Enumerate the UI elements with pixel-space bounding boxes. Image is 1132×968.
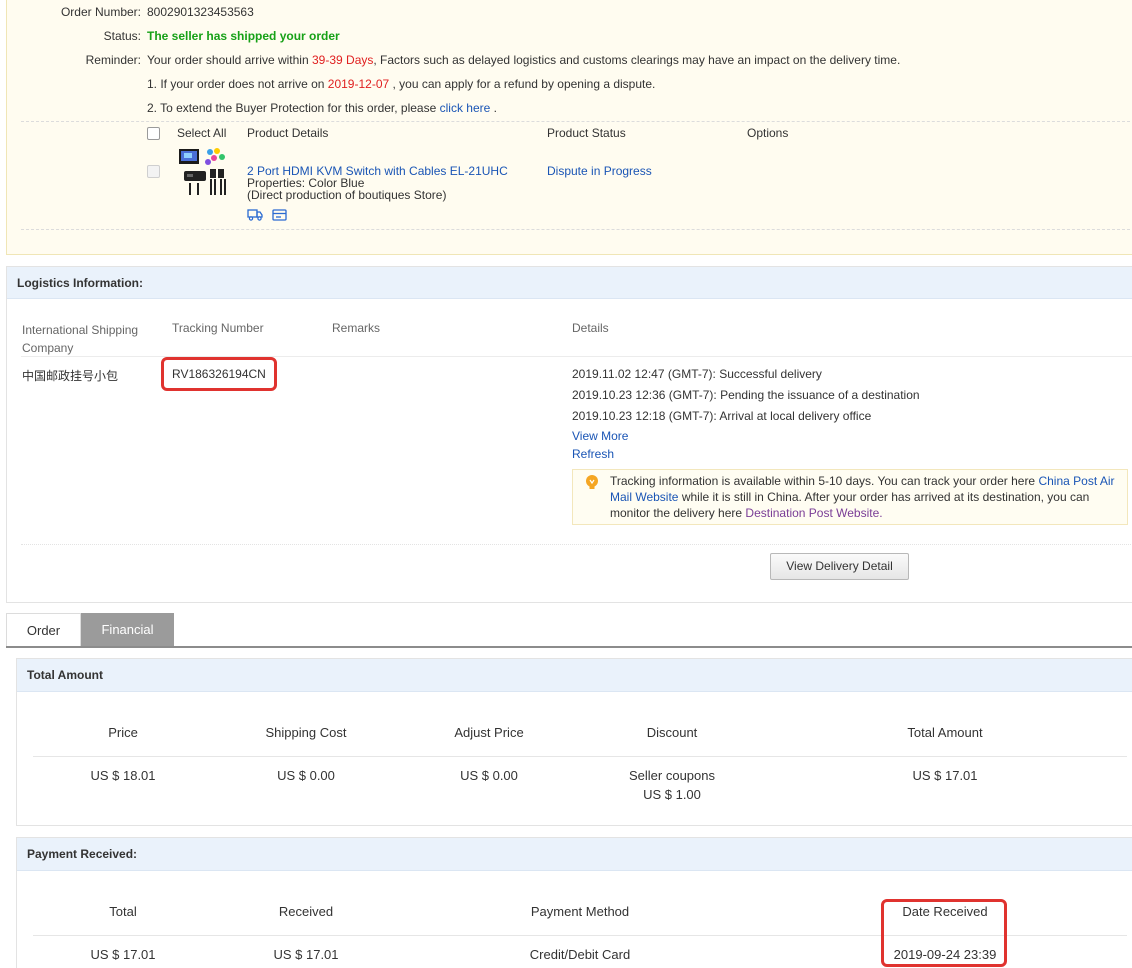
shipping-cost-header: Shipping Cost xyxy=(265,725,347,740)
reminder-text-end: , Factors such as delayed logistics and … xyxy=(373,53,901,67)
options-header: Options xyxy=(747,126,789,140)
card-icon[interactable] xyxy=(272,209,287,224)
payment-received-title: Payment Received: xyxy=(17,838,1132,871)
divider xyxy=(33,756,1127,757)
refund-note-start: 1. If your order does not arrive on xyxy=(147,77,325,91)
lightbulb-icon xyxy=(585,474,599,495)
order-summary-panel: Order Number: 8002901323453563 Status: T… xyxy=(6,0,1132,255)
tracking-tip-text: Tracking information is available within… xyxy=(610,473,1125,521)
reminder-label: Reminder: xyxy=(85,53,141,67)
product-details-header: Product Details xyxy=(247,126,329,140)
order-number-label: Order Number: xyxy=(60,5,141,19)
total-amount-panel: Total Amount Price Shipping Cost Adjust … xyxy=(16,658,1132,826)
product-thumbnail[interactable] xyxy=(176,147,228,197)
shipping-company-header-line2: Company xyxy=(22,341,74,355)
refund-note-row: 1. If your order does not arrive on 2019… xyxy=(7,75,1107,93)
tracking-tip-box: Tracking information is available within… xyxy=(572,469,1128,525)
product-status-link[interactable]: Dispute in Progress xyxy=(547,164,652,178)
total-amount-value: US $ 17.01 xyxy=(912,768,978,783)
status-row: Status: The seller has shipped your orde… xyxy=(7,27,1107,45)
select-all-checkbox[interactable] xyxy=(147,127,160,140)
payment-method-header: Payment Method xyxy=(530,904,630,919)
product-store: (Direct production of boutiques Store) xyxy=(247,188,447,202)
tip-text-3: monitor the delivery here xyxy=(610,506,743,520)
adjust-price-header: Adjust Price xyxy=(454,725,524,740)
truck-icon[interactable] xyxy=(247,208,264,224)
price-value: US $ 18.01 xyxy=(90,768,156,783)
discount-amount-value: US $ 1.00 xyxy=(643,787,701,802)
price-header: Price xyxy=(108,725,138,740)
tab-order[interactable]: Order xyxy=(6,613,81,647)
payment-received-header: Received xyxy=(278,904,334,919)
total-amount-header: Total Amount xyxy=(907,725,983,740)
divider xyxy=(21,544,1132,545)
tracking-number-value: RV186326194CN xyxy=(172,367,266,381)
total-amount-title: Total Amount xyxy=(17,659,1132,692)
refresh-link[interactable]: Refresh xyxy=(572,447,614,461)
china-post-link-cont[interactable]: Mail Website xyxy=(610,490,678,504)
shipping-company-header-line1: International Shipping xyxy=(22,323,139,337)
order-number-row: Order Number: 8002901323453563 xyxy=(7,3,1107,21)
payment-method-value: Credit/Debit Card xyxy=(529,947,631,962)
discount-header: Discount xyxy=(646,725,698,740)
reminder-days: 39-39 Days xyxy=(312,53,374,67)
tab-financial[interactable]: Financial xyxy=(81,613,174,647)
select-all-label: Select All xyxy=(177,126,227,140)
tip-text-1: Tracking information is available within… xyxy=(610,474,1036,488)
discount-label-value: Seller coupons xyxy=(629,768,715,783)
shipping-company-value: 中国邮政挂号小包 xyxy=(22,369,119,383)
refund-note: 1. If your order does not arrive on 2019… xyxy=(147,75,655,93)
divider xyxy=(21,121,1132,122)
tracking-number-header: Tracking Number xyxy=(172,321,264,335)
tracking-event: 2019.10.23 12:36 (GMT-7): Pending the is… xyxy=(572,388,920,402)
protection-note-start: 2. To extend the Buyer Protection for th… xyxy=(147,101,437,115)
order-number-value: 8002901323453563 xyxy=(147,5,254,19)
payment-received-value: US $ 17.01 xyxy=(273,947,339,962)
tip-text-2: while it is still in China. After your o… xyxy=(681,490,1090,504)
reminder-text-start: Your order should arrive within xyxy=(147,53,309,67)
product-status-header: Product Status xyxy=(547,126,626,140)
reminder-text: Your order should arrive within 39-39 Da… xyxy=(147,51,900,69)
remarks-header: Remarks xyxy=(332,321,381,335)
divider xyxy=(21,229,1132,230)
refund-note-end: , you can apply for a refund by opening … xyxy=(392,77,656,91)
view-delivery-detail-button[interactable]: View Delivery Detail xyxy=(770,553,909,580)
date-received-highlight xyxy=(881,899,1007,967)
adjust-price-value: US $ 0.00 xyxy=(460,768,518,783)
payment-total-header: Total xyxy=(109,904,137,919)
logistics-panel: Logistics Information: International Shi… xyxy=(6,266,1132,603)
status-label: Status: xyxy=(103,29,141,43)
destination-post-link[interactable]: Destination Post Website. xyxy=(745,506,882,520)
tracking-event: 2019.10.23 12:18 (GMT-7): Arrival at loc… xyxy=(572,409,872,423)
extend-protection-link[interactable]: click here xyxy=(440,101,491,115)
payment-received-panel: Payment Received: Total Received Payment… xyxy=(16,837,1132,968)
logistics-title: Logistics Information: xyxy=(7,267,1132,299)
tracking-event: 2019.11.02 12:47 (GMT-7): Successful del… xyxy=(572,367,822,381)
view-more-link[interactable]: View More xyxy=(572,429,628,443)
payment-total-value: US $ 17.01 xyxy=(90,947,156,962)
shipping-cost-value: US $ 0.00 xyxy=(277,768,335,783)
protection-note: 2. To extend the Buyer Protection for th… xyxy=(147,99,497,117)
china-post-link[interactable]: China Post Air xyxy=(1038,474,1114,488)
refund-date: 2019-12-07 xyxy=(327,77,390,91)
details-header: Details xyxy=(572,321,609,335)
protection-note-row: 2. To extend the Buyer Protection for th… xyxy=(7,99,1107,117)
protection-note-end: . xyxy=(493,101,498,115)
shipping-company-header: International Shipping Company xyxy=(22,321,152,357)
status-value: The seller has shipped your order xyxy=(147,29,340,43)
product-checkbox[interactable] xyxy=(147,165,160,178)
reminder-row: Reminder: Your order should arrive withi… xyxy=(7,51,1127,69)
tabs-underline xyxy=(6,646,1132,648)
